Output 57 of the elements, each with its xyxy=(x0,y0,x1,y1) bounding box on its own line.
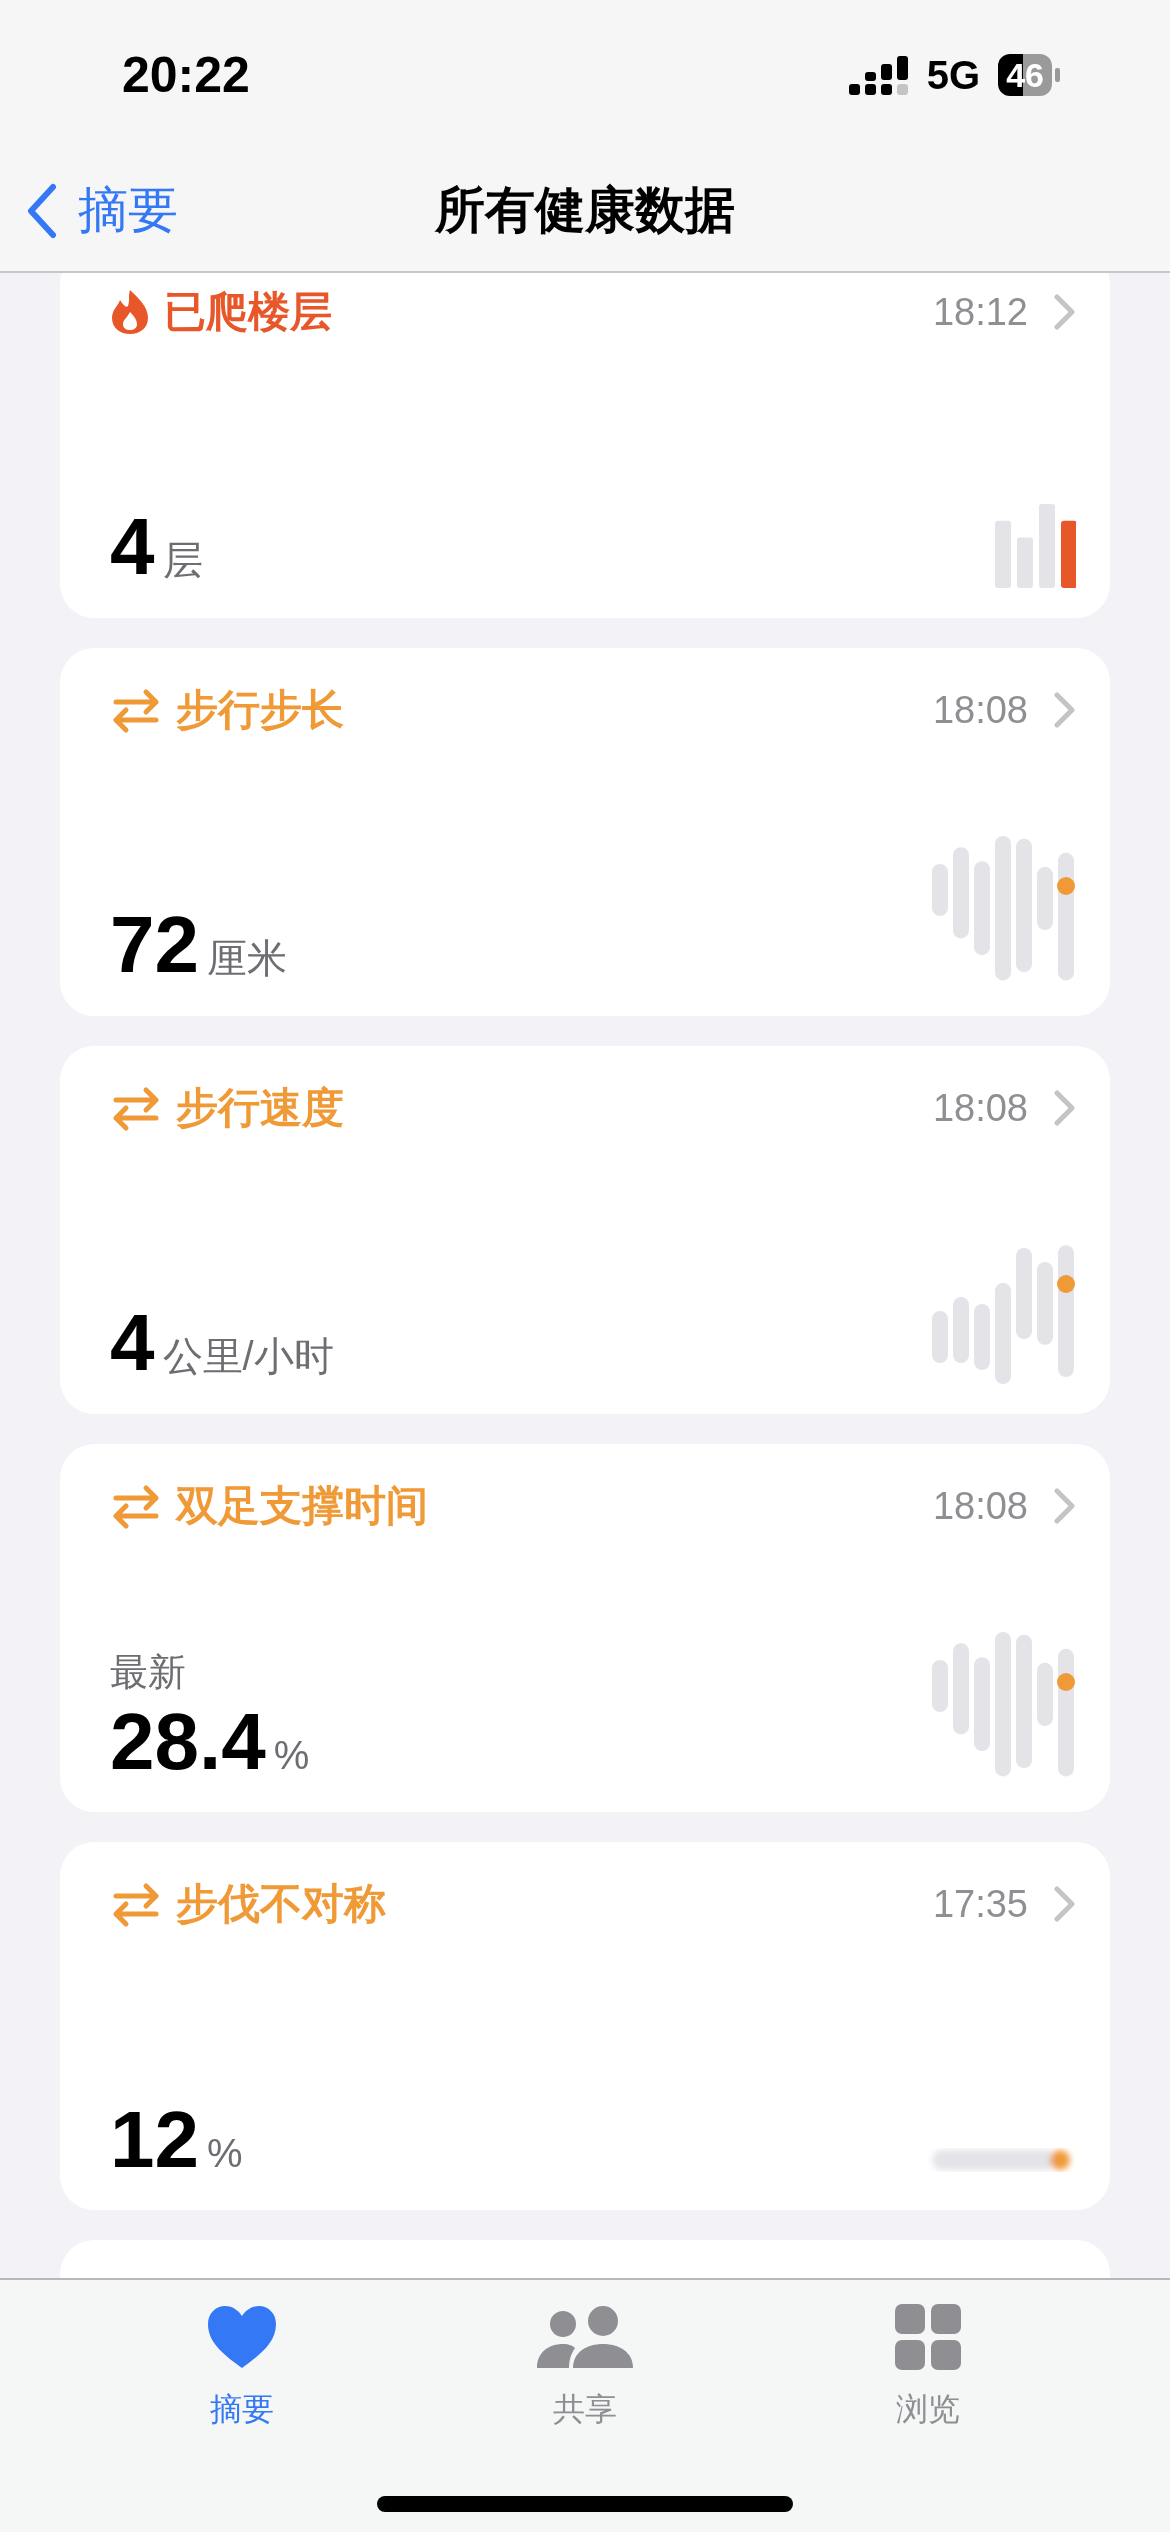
metric-unit: 公里/小时 xyxy=(162,1333,334,1380)
metric-time: 18:08 xyxy=(932,1484,1028,1528)
range-bar xyxy=(932,1311,948,1363)
chart-bar xyxy=(1017,537,1033,588)
metric-card[interactable]: 已爬楼层 18:12 4 层 xyxy=(60,273,1110,618)
metric-title: 步行步长 xyxy=(176,685,344,735)
flame-icon xyxy=(110,288,150,336)
chevron-icon xyxy=(1054,1090,1076,1126)
heart-icon xyxy=(205,2304,278,2370)
tab-item[interactable]: 摘要 xyxy=(141,2304,342,2432)
chevron-icon xyxy=(1054,692,1076,728)
data-point xyxy=(1057,1673,1075,1691)
people-icon xyxy=(537,2304,633,2370)
data-point xyxy=(1057,1275,1075,1293)
metric-unit: 厘米 xyxy=(207,935,287,982)
metric-value: 28.4 xyxy=(110,1702,266,1782)
metric-value: 4 xyxy=(110,1303,155,1383)
chart-bar xyxy=(1061,520,1076,588)
back-button[interactable]: 摘要 xyxy=(26,177,178,244)
nav-title: 所有健康数据 xyxy=(435,181,735,240)
metric-unit: % xyxy=(273,1733,310,1778)
range-bar xyxy=(1037,866,1053,930)
data-point xyxy=(1050,2150,1070,2170)
data-point xyxy=(1057,877,1075,895)
metric-title: 步伐不对称 xyxy=(176,1879,386,1929)
range-bar xyxy=(932,1660,948,1712)
metric-value: 4 xyxy=(110,507,155,587)
range-bar xyxy=(1037,1662,1053,1726)
metric-unit: % xyxy=(207,2131,243,2176)
metric-value: 12 xyxy=(110,2100,199,2180)
metric-unit: 层 xyxy=(162,537,203,584)
metric-card[interactable]: 双足支撑时间 18:08 最新 28.4% xyxy=(60,1444,1110,1812)
metric-time: 18:08 xyxy=(932,1086,1028,1130)
metric-card[interactable]: 步行速度 18:08 4 公里/小时 xyxy=(60,1046,1110,1414)
metric-card[interactable]: 步伐不对称 17:35 12% xyxy=(60,1842,1110,2210)
metric-title: 步行速度 xyxy=(176,1083,344,1133)
chevron-icon xyxy=(1054,294,1076,330)
chart-bar xyxy=(995,520,1011,588)
status-time: 20:22 xyxy=(122,46,250,104)
range-bar xyxy=(953,1297,969,1363)
battery-cap-icon xyxy=(1055,68,1060,82)
metric-value: 72 xyxy=(110,905,199,985)
metric-caption: 最新 xyxy=(110,1650,187,1695)
metric-title: 双足支撑时间 xyxy=(176,1481,428,1531)
metric-time: 18:08 xyxy=(932,688,1028,732)
chevron-icon xyxy=(1054,1488,1076,1524)
metric-time: 18:12 xyxy=(932,290,1028,334)
chevron-icon xyxy=(1054,1886,1076,1922)
range-bar xyxy=(932,864,948,916)
network-label: 5G xyxy=(926,52,981,98)
range-bar xyxy=(974,1304,990,1370)
signal-icon xyxy=(848,54,909,96)
metric-time: 17:35 xyxy=(932,1882,1028,1926)
back-chevron-icon xyxy=(26,182,58,239)
grid-icon xyxy=(895,2304,962,2370)
metric-title: 已爬楼层 xyxy=(164,287,332,337)
metric-card[interactable]: 步行步长 18:08 72 厘米 xyxy=(60,648,1110,1016)
